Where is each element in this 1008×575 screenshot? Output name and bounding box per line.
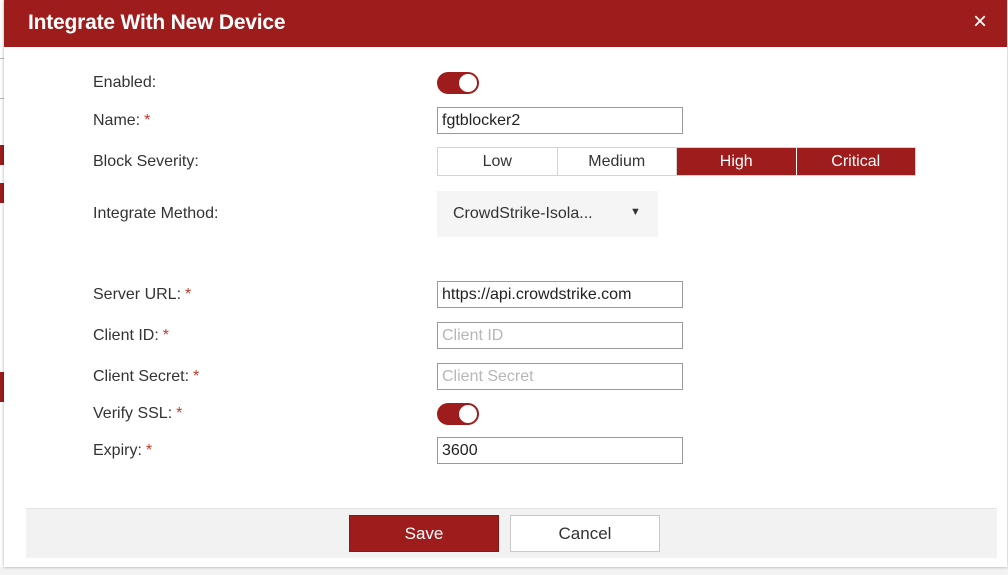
client-id-label: Client ID: * xyxy=(93,327,169,345)
server-url-label: Server URL: * xyxy=(93,286,191,304)
required-mark: * xyxy=(162,327,170,344)
toggle-knob xyxy=(459,405,477,423)
server-url-label-text: Server URL: xyxy=(93,286,182,303)
verify-ssl-label-text: Verify SSL: xyxy=(93,405,173,422)
enabled-toggle[interactable] xyxy=(437,72,479,94)
toggle-knob xyxy=(459,74,477,92)
severity-high-button[interactable]: High xyxy=(677,148,797,175)
block-severity-label: Block Severity: xyxy=(93,153,199,170)
server-url-field[interactable] xyxy=(437,281,683,308)
required-mark: * xyxy=(145,442,153,459)
required-mark: * xyxy=(176,405,183,422)
name-label: Name: * xyxy=(93,112,150,130)
integrate-method-value: CrowdStrike-Isola... xyxy=(453,205,593,222)
required-mark: * xyxy=(144,112,151,129)
block-severity-selector: Low Medium High Critical xyxy=(437,147,916,176)
client-secret-label: Client Secret: * xyxy=(93,368,199,386)
background-page-bottom xyxy=(0,567,1008,575)
client-secret-field[interactable] xyxy=(437,363,683,390)
save-button[interactable]: Save xyxy=(349,515,499,552)
client-secret-label-text: Client Secret: xyxy=(93,368,190,385)
integrate-method-select[interactable]: CrowdStrike-Isola... ▼ xyxy=(437,191,658,237)
required-mark: * xyxy=(193,368,200,385)
expiry-label-text: Expiry: xyxy=(93,442,142,459)
integrate-device-dialog: Integrate With New Device × Enabled: Nam… xyxy=(4,0,1007,567)
dialog-title: Integrate With New Device xyxy=(28,11,286,34)
dropdown-arrow-icon: ▼ xyxy=(630,206,641,218)
client-id-label-text: Client ID: xyxy=(93,327,159,344)
severity-low-button[interactable]: Low xyxy=(438,148,558,175)
required-mark: * xyxy=(185,286,192,303)
dialog-title-bar: Integrate With New Device × xyxy=(4,0,1007,47)
verify-ssl-toggle[interactable] xyxy=(437,403,479,425)
integrate-method-label: Integrate Method: xyxy=(93,205,219,222)
severity-critical-button[interactable]: Critical xyxy=(796,148,915,175)
severity-medium-button[interactable]: Medium xyxy=(558,148,677,175)
name-label-text: Name: xyxy=(93,112,141,129)
close-icon[interactable]: × xyxy=(973,9,987,35)
expiry-field[interactable] xyxy=(437,437,683,464)
enabled-label: Enabled: xyxy=(93,74,157,91)
expiry-label: Expiry: * xyxy=(93,442,152,460)
dialog-footer: Save Cancel xyxy=(26,508,997,558)
cancel-button[interactable]: Cancel xyxy=(510,515,660,552)
name-field[interactable] xyxy=(437,107,683,134)
verify-ssl-label: Verify SSL: * xyxy=(93,405,182,423)
client-id-field[interactable] xyxy=(437,322,683,349)
